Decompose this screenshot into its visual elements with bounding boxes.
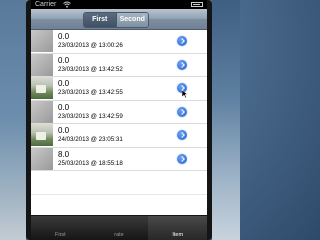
row-value: 0.0 <box>58 55 70 65</box>
row-thumbnail <box>31 100 53 123</box>
detail-disclosure-icon[interactable] <box>177 130 187 140</box>
table-row[interactable]: 8.0 25/03/2013 @ 18:55:18 <box>31 147 207 171</box>
battery-icon <box>191 2 203 7</box>
row-value: 8.0 <box>58 149 70 159</box>
table-row[interactable]: 0.0 23/03/2013 @ 13:42:52 <box>31 53 207 77</box>
detail-disclosure-icon[interactable] <box>177 153 187 164</box>
row-date: 23/03/2013 @ 13:42:52 <box>58 65 123 73</box>
tab-rate[interactable]: rate <box>90 216 149 240</box>
segment-second[interactable]: Second <box>115 13 148 27</box>
mouse-cursor-icon <box>182 90 188 98</box>
empty-table-row <box>31 171 207 195</box>
row-value: 0.0 <box>58 126 70 135</box>
row-thumbnail <box>31 124 53 146</box>
carrier-label: Carrier <box>35 1 57 8</box>
row-value: 0.0 <box>58 102 70 112</box>
tab-label: First <box>54 232 66 238</box>
row-date: 23/03/2013 @ 13:42:59 <box>58 112 123 120</box>
empty-table-row <box>31 195 207 216</box>
detail-disclosure-icon[interactable] <box>177 59 187 70</box>
desktop-background-right <box>212 0 240 240</box>
row-date: 23/03/2013 @ 13:42:55 <box>58 89 123 96</box>
tab-first[interactable]: First <box>31 216 90 240</box>
row-thumbnail <box>31 30 53 52</box>
wifi-icon <box>63 1 71 8</box>
segmented-control: First Second <box>83 12 149 28</box>
tab-item[interactable]: Item <box>148 216 208 240</box>
table-view[interactable]: 0.0 23/03/2013 @ 13:00:26 0.0 23/03/2013… <box>31 30 207 215</box>
desktop-background-left <box>0 0 26 240</box>
row-value: 0.0 <box>58 79 70 88</box>
tab-bar: First rate Item <box>31 216 208 240</box>
table-row[interactable]: 0.0 24/03/2013 @ 23:05:31 <box>31 124 207 148</box>
status-bar: Carrier <box>31 0 207 9</box>
table-row[interactable]: 0.0 23/03/2013 @ 13:42:59 <box>31 100 207 124</box>
row-thumbnail <box>31 147 53 170</box>
table-row[interactable]: 0.0 23/03/2013 @ 13:42:55 <box>31 77 207 101</box>
row-date: 23/03/2013 @ 13:00:26 <box>58 42 123 49</box>
detail-disclosure-icon[interactable] <box>177 106 187 117</box>
row-date: 24/03/2013 @ 23:05:31 <box>58 136 123 143</box>
tab-label: rate <box>114 232 124 238</box>
navigation-bar: First Second <box>31 9 207 30</box>
detail-disclosure-icon[interactable] <box>177 36 187 46</box>
row-thumbnail <box>31 77 53 99</box>
row-value: 0.0 <box>58 32 70 41</box>
tab-label: Item <box>172 232 184 238</box>
segment-first[interactable]: First <box>84 13 116 27</box>
table-row[interactable]: 0.0 23/03/2013 @ 13:00:26 <box>31 30 207 54</box>
row-date: 25/03/2013 @ 18:55:18 <box>58 159 123 167</box>
row-thumbnail <box>31 53 53 76</box>
